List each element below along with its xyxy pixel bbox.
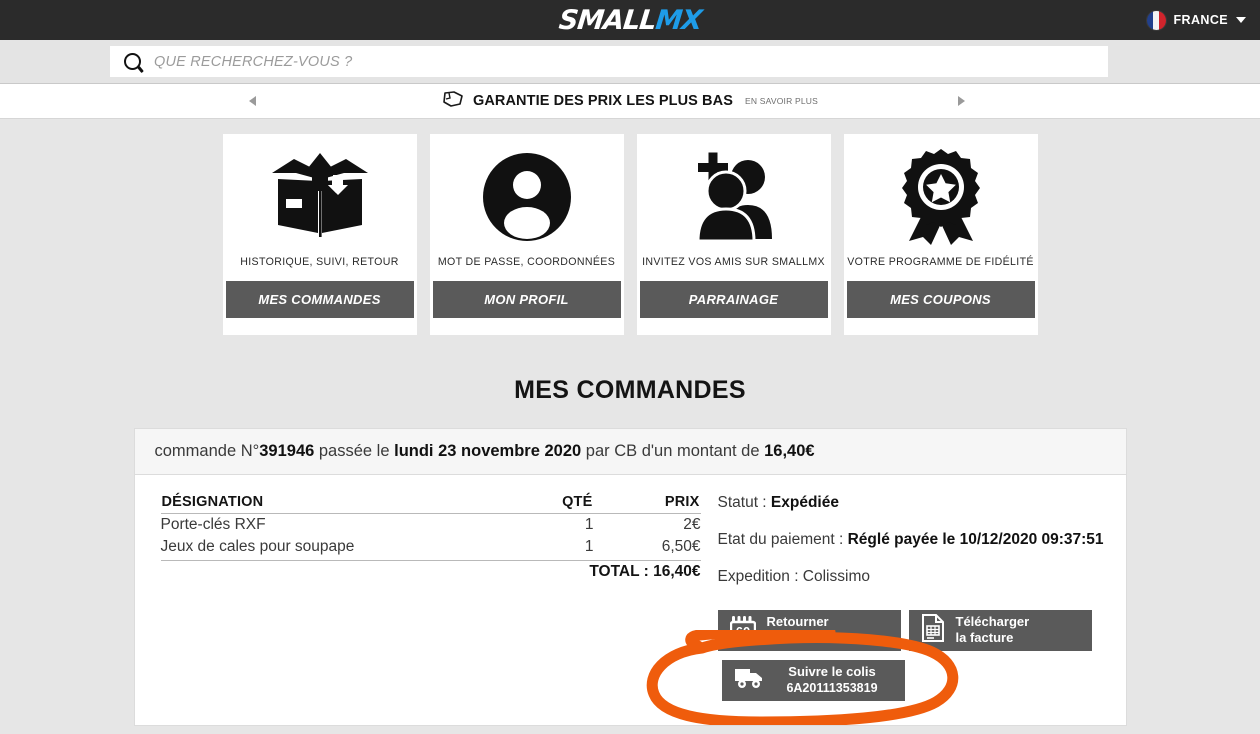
- logo-text-small: SMALL: [557, 4, 658, 36]
- table-total-row: TOTAL : 16,40€: [161, 561, 701, 584]
- svg-text:60: 60: [735, 624, 749, 639]
- account-cards: HISTORIQUE, SUIVI, RETOUR MES COMMANDES …: [0, 119, 1260, 335]
- tracking-number: 6A20111353819: [786, 681, 878, 696]
- logo-text-mx: MX: [653, 4, 703, 36]
- item-price: 6,50€: [593, 536, 701, 561]
- item-qty: 1: [496, 536, 594, 561]
- page-title: MES COMMANDES: [514, 376, 746, 404]
- card-subtitle: MOT DE PASSE, COORDONNÉES: [437, 256, 616, 268]
- truck-icon: [734, 667, 764, 694]
- track-parcel-label: Suivre le colis 6A20111353819: [775, 664, 890, 697]
- invoice-line2: la facture: [955, 630, 1014, 646]
- item-qty: 1: [584, 516, 594, 533]
- language-selector[interactable]: FRANCE: [1145, 0, 1246, 40]
- france-flag-icon: [1145, 9, 1167, 31]
- search-placeholder: QUE RECHERCHEZ-VOUS ?: [154, 53, 353, 70]
- promo-subtitle[interactable]: EN SAVOIR PLUS: [745, 96, 818, 106]
- status-label: Statut :: [717, 494, 771, 511]
- card-subtitle: VOTRE PROGRAMME DE FIDÉLITÉ: [847, 256, 1034, 268]
- payment-value: Réglé payée le 10/12/2020 09:37:51: [847, 530, 1104, 548]
- status-line: Statut : Expédiée: [718, 493, 1108, 514]
- order-action-buttons: 60 Retourner un articles Télécharger la …: [717, 609, 1108, 651]
- mes-commandes-button[interactable]: MES COMMANDES: [225, 281, 414, 318]
- search-bar-row: QUE RECHERCHEZ-VOUS ?: [0, 40, 1260, 84]
- mon-profil-button[interactable]: MON PROFIL: [432, 281, 621, 318]
- table-header-row: DÉSIGNATION QTÉ PRIX: [160, 493, 701, 514]
- order-header: commande N°391946 passée le lundi 23 nov…: [134, 429, 1126, 475]
- item-designation: Jeux de cales pour soupape: [160, 536, 497, 561]
- table-row: Jeux de cales pour soupape 1 6,50€: [160, 536, 701, 561]
- track-row: Suivre le colis 6A20111353819: [718, 651, 1108, 701]
- item-designation: Porte-clés RXF: [160, 516, 266, 533]
- add-people-icon: [684, 138, 784, 256]
- order-head-mid2: par CB d'un montant de: [581, 442, 765, 460]
- payment-label: Etat du paiement :: [717, 530, 848, 548]
- column-designation: DÉSIGNATION: [160, 493, 497, 514]
- download-invoice-label: Télécharger la facture: [956, 614, 1030, 647]
- calendar-60-icon: 60: [729, 615, 756, 646]
- award-medal-icon: [895, 138, 987, 256]
- top-bar: SMALLMX FRANCE: [0, 0, 1260, 40]
- order-card: commande N°391946 passée le lundi 23 nov…: [133, 428, 1127, 726]
- mes-coupons-button[interactable]: MES COUPONS: [846, 281, 1035, 318]
- card-subtitle: HISTORIQUE, SUIVI, RETOUR: [240, 256, 399, 268]
- order-date: lundi 23 novembre 2020: [394, 442, 582, 460]
- search-input[interactable]: QUE RECHERCHEZ-VOUS ?: [110, 46, 1108, 77]
- card-mon-profil[interactable]: MOT DE PASSE, COORDONNÉES MON PROFIL: [429, 134, 624, 335]
- language-label: FRANCE: [1173, 13, 1228, 27]
- arrow-left-icon[interactable]: [249, 96, 256, 106]
- status-badge: Expédiée: [770, 494, 839, 511]
- card-parrainage[interactable]: INVITEZ VOS AMIS SUR SMALLMX PARRAINAGE: [636, 134, 831, 335]
- tag-icon: [442, 90, 464, 113]
- order-amount: 16,40€: [764, 442, 815, 460]
- promo-content[interactable]: GARANTIE DES PRIX LES PLUS BAS EN SAVOIR…: [442, 90, 818, 113]
- order-body: DÉSIGNATION QTÉ PRIX Porte-clés RXF 1 2€…: [135, 475, 1126, 725]
- chevron-down-icon: [1236, 17, 1246, 23]
- table-row: Porte-clés RXF 1 2€: [161, 514, 701, 537]
- column-price: PRIX: [593, 493, 701, 514]
- open-box-icon: [268, 138, 372, 256]
- column-qty: QTÉ: [496, 493, 594, 514]
- return-article-label: Retourner un articles: [767, 614, 832, 647]
- site-logo[interactable]: SMALLMX: [557, 5, 703, 36]
- return-line1: Retourner: [766, 614, 829, 630]
- order-status-panel: Statut : Expédiée Etat du paiement : Rég…: [701, 493, 1108, 701]
- card-mes-commandes[interactable]: HISTORIQUE, SUIVI, RETOUR MES COMMANDES: [222, 134, 417, 335]
- return-article-button[interactable]: 60 Retourner un articles: [717, 609, 901, 651]
- card-subtitle: INVITEZ VOS AMIS SUR SMALLMX: [642, 256, 825, 268]
- order-head-prefix: commande N°: [154, 442, 260, 460]
- item-price: 2€: [683, 516, 701, 533]
- order-items-table: DÉSIGNATION QTÉ PRIX Porte-clés RXF 1 2€…: [160, 493, 701, 584]
- card-mes-coupons[interactable]: VOTRE PROGRAMME DE FIDÉLITÉ MES COUPONS: [843, 134, 1038, 335]
- user-circle-icon: [481, 138, 573, 256]
- order-items-panel: DÉSIGNATION QTÉ PRIX Porte-clés RXF 1 2€…: [160, 493, 701, 701]
- promo-banner: GARANTIE DES PRIX LES PLUS BAS EN SAVOIR…: [0, 84, 1260, 119]
- order-number: 391946: [259, 442, 315, 460]
- document-icon: [921, 613, 945, 647]
- invoice-line1: Télécharger: [955, 614, 1030, 630]
- arrow-right-icon[interactable]: [958, 96, 965, 106]
- promo-title: GARANTIE DES PRIX LES PLUS BAS: [472, 93, 733, 109]
- return-line2: un articles: [766, 630, 832, 646]
- order-total: TOTAL : 16,40€: [589, 563, 701, 580]
- search-icon: [124, 53, 141, 70]
- download-invoice-button[interactable]: Télécharger la facture: [908, 609, 1092, 651]
- track-line1: Suivre le colis: [788, 663, 876, 679]
- payment-line: Etat du paiement : Réglé payée le 10/12/…: [718, 530, 1108, 551]
- order-head-mid1: passée le: [314, 442, 395, 460]
- track-parcel-button[interactable]: Suivre le colis 6A20111353819: [721, 659, 905, 701]
- shipping-line: Expedition : Colissimo: [717, 567, 870, 585]
- parrainage-button[interactable]: PARRAINAGE: [639, 281, 828, 318]
